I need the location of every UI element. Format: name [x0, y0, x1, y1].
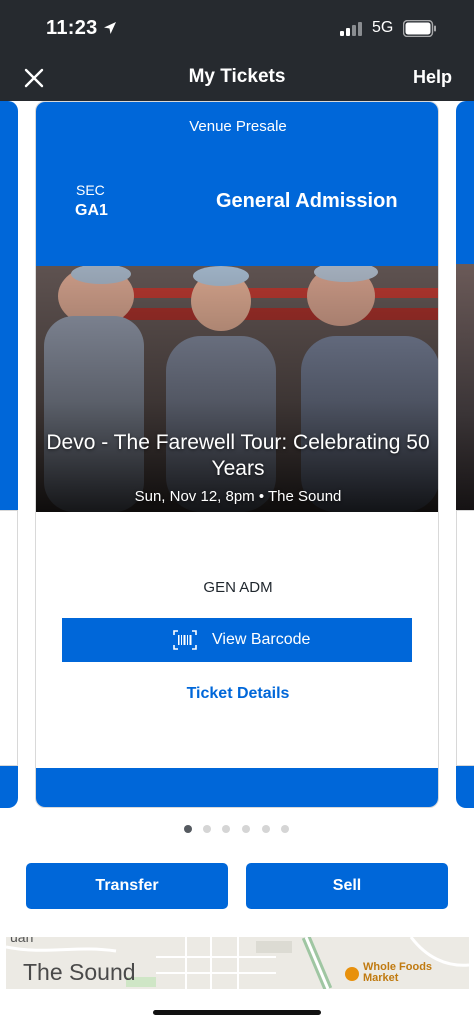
carousel-dot[interactable]	[242, 825, 250, 833]
previous-ticket-peek[interactable]	[0, 101, 18, 808]
network-type: 5G	[372, 19, 394, 36]
transfer-button[interactable]: Transfer	[26, 863, 228, 909]
header: My Tickets Help	[0, 54, 474, 101]
status-time: 11:23	[46, 17, 98, 39]
admission-type: General Admission	[216, 190, 398, 212]
battery-icon	[403, 20, 436, 37]
sell-button[interactable]: Sell	[246, 863, 448, 909]
help-link[interactable]: Help	[413, 67, 452, 88]
view-barcode-label: View Barcode	[212, 631, 311, 648]
section-value: GA1	[75, 202, 108, 219]
map-store-label: Whole Foods Market	[363, 962, 443, 984]
seat-label: GEN ADM	[203, 579, 273, 596]
section-label: SEC	[76, 182, 105, 198]
presale-label: Venue Presale	[189, 118, 287, 135]
page-title: My Tickets	[188, 66, 286, 87]
location-arrow-icon	[104, 22, 116, 34]
view-barcode-button[interactable]: View Barcode	[62, 618, 412, 662]
event-date-venue: Sun, Nov 12, 8pm • The Sound	[134, 488, 342, 505]
next-ticket-peek[interactable]	[456, 101, 474, 808]
status-bar: 11:23 5G	[0, 0, 474, 54]
ticket-card: Venue Presale SEC GA1 General Admission	[35, 101, 439, 808]
signal-icon	[340, 22, 366, 36]
carousel-dot[interactable]	[203, 825, 211, 833]
barcode-icon	[173, 630, 197, 650]
venue-map[interactable]: uan The Sound Whole Foods Market	[6, 937, 469, 989]
top-bar: 11:23 5G My Tickets Help	[0, 0, 474, 101]
ticket-details-link[interactable]: Ticket Details	[36, 685, 438, 703]
map-store-line2: Market	[363, 972, 399, 984]
home-indicator[interactable]	[153, 1010, 321, 1015]
map-street-label: uan	[10, 937, 34, 945]
map-venue-label: The Sound	[23, 959, 136, 985]
ticket-footer	[36, 768, 438, 807]
carousel-dot[interactable]	[262, 825, 270, 833]
carousel-dot[interactable]	[281, 825, 289, 833]
shopping-cart-icon	[345, 967, 359, 981]
event-title: Devo - The Farewell Tour: Celebrating 50…	[46, 431, 430, 480]
carousel-dot[interactable]	[184, 825, 192, 833]
ticket-header: Venue Presale SEC GA1 General Admission	[36, 102, 438, 266]
event-image: Devo - The Farewell Tour: Celebrating 50…	[36, 266, 438, 512]
carousel-dot[interactable]	[222, 825, 230, 833]
